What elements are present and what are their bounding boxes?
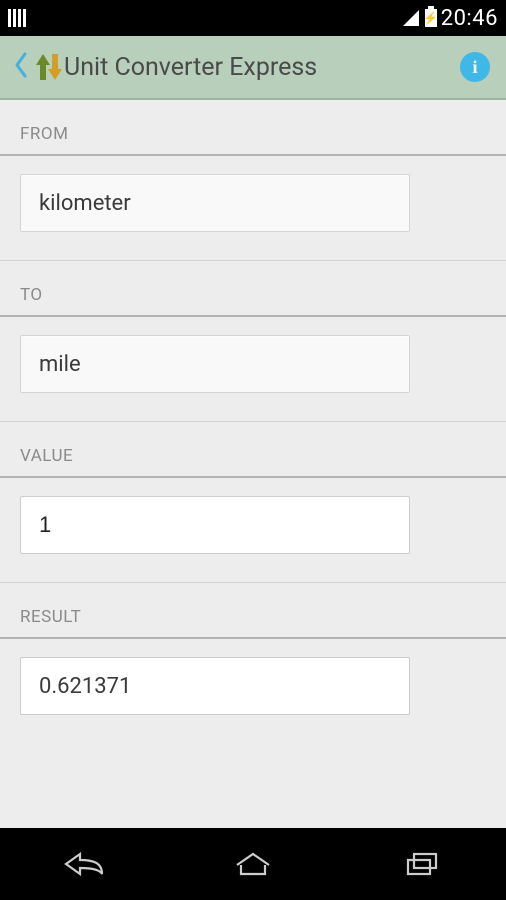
from-unit-value: kilometer	[39, 191, 131, 216]
signal-icon	[403, 10, 419, 26]
battery-icon: ⚡	[425, 9, 437, 27]
back-nav-button[interactable]	[54, 844, 114, 884]
to-label: TO	[0, 261, 506, 315]
result-label: RESULT	[0, 583, 506, 637]
back-button[interactable]	[10, 51, 32, 84]
navigation-bar	[0, 828, 506, 900]
from-label: FROM	[0, 100, 506, 154]
notification-icon	[8, 9, 26, 27]
home-nav-button[interactable]	[223, 844, 283, 884]
value-input[interactable]	[20, 496, 410, 554]
app-logo-icon	[36, 52, 60, 82]
content-area: FROM kilometer TO mile VALUE RESULT 0.62…	[0, 100, 506, 828]
status-left	[8, 9, 26, 27]
value-input-field[interactable]	[39, 497, 391, 553]
app-title: Unit Converter Express	[64, 53, 460, 82]
status-right: ⚡ 20:46	[403, 6, 498, 31]
recent-apps-nav-button[interactable]	[392, 844, 452, 884]
status-bar: ⚡ 20:46	[0, 0, 506, 36]
to-unit-value: mile	[39, 352, 81, 377]
app-bar: Unit Converter Express i	[0, 36, 506, 100]
from-unit-dropdown[interactable]: kilometer	[20, 174, 410, 232]
value-label: VALUE	[0, 422, 506, 476]
info-button[interactable]: i	[460, 52, 490, 82]
to-unit-dropdown[interactable]: mile	[20, 335, 410, 393]
result-output: 0.621371	[20, 657, 410, 715]
result-value: 0.621371	[39, 674, 131, 699]
clock-text: 20:46	[441, 6, 498, 31]
